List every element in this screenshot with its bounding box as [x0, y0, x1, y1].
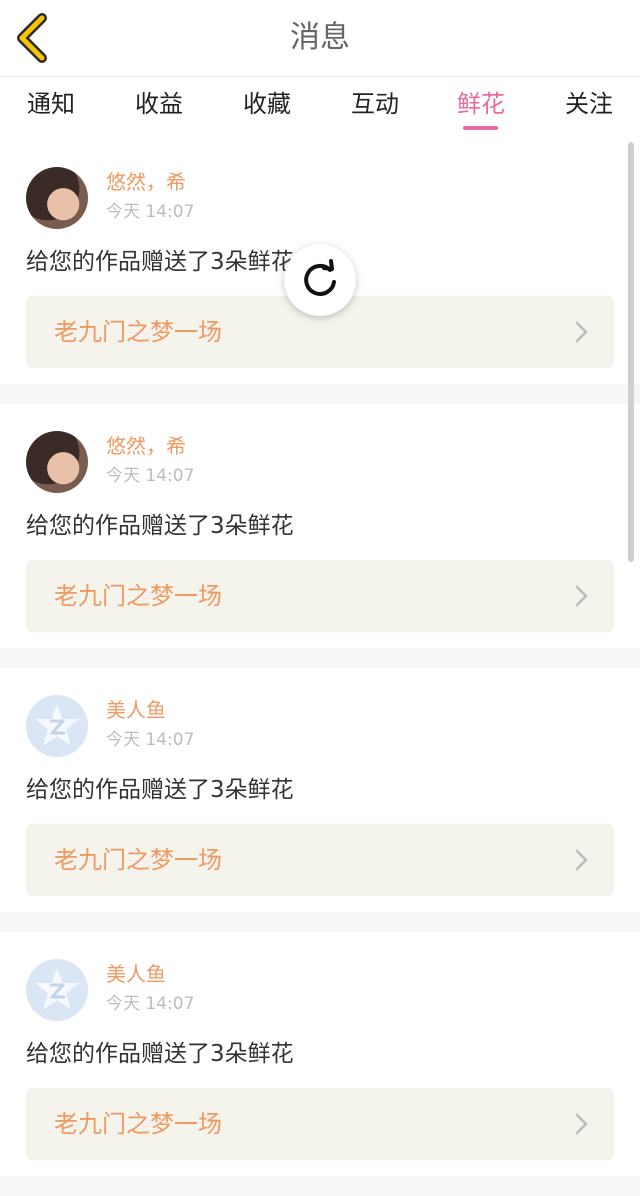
tab-follows[interactable]: 关注 — [544, 86, 634, 122]
work-title: 老九门之梦一场 — [54, 1110, 222, 1138]
chevron-right-icon — [575, 849, 588, 871]
tab-earnings[interactable]: 收益 — [114, 86, 204, 122]
message-card: 美人鱼 今天 14:07 给您的作品赠送了3朵鲜花 老九门之梦一场 — [0, 670, 640, 912]
message-text: 给您的作品赠送了3朵鲜花 — [26, 777, 294, 803]
message-time: 今天 14:07 — [106, 466, 195, 486]
message-time: 今天 14:07 — [106, 730, 195, 750]
refresh-button[interactable] — [284, 244, 356, 316]
sender-name[interactable]: 悠然，希 — [106, 168, 186, 196]
avatar[interactable] — [26, 167, 88, 229]
work-link[interactable]: 老九门之梦一场 — [26, 824, 614, 896]
message-text: 给您的作品赠送了3朵鲜花 — [26, 513, 294, 539]
work-title: 老九门之梦一场 — [54, 582, 222, 610]
divider — [0, 912, 640, 932]
avatar[interactable] — [26, 695, 88, 757]
tab-interactions[interactable]: 互动 — [330, 86, 420, 122]
default-avatar-icon — [35, 968, 79, 1010]
chevron-right-icon — [575, 1113, 588, 1135]
sender-name[interactable]: 美人鱼 — [106, 960, 166, 988]
sender-name[interactable]: 美人鱼 — [106, 696, 166, 724]
work-title: 老九门之梦一场 — [54, 846, 222, 874]
chevron-right-icon — [575, 585, 588, 607]
tab-notifications[interactable]: 通知 — [6, 86, 96, 122]
message-time: 今天 14:07 — [106, 202, 195, 222]
tab-flowers[interactable]: 鲜花 — [436, 86, 526, 122]
message-card: 美人鱼 今天 14:07 给您的作品赠送了3朵鲜花 老九门之梦一场 — [0, 934, 640, 1176]
scrollbar[interactable] — [628, 142, 634, 562]
tab-bar: 通知 收益 收藏 互动 鲜花 关注 — [0, 78, 640, 136]
divider — [0, 1176, 640, 1196]
avatar[interactable] — [26, 431, 88, 493]
default-avatar-icon — [35, 704, 79, 746]
active-tab-indicator — [463, 126, 498, 130]
refresh-icon — [304, 259, 336, 296]
work-link[interactable]: 老九门之梦一场 — [26, 1088, 614, 1160]
message-text: 给您的作品赠送了3朵鲜花 — [26, 1041, 294, 1067]
divider — [0, 384, 640, 404]
work-link[interactable]: 老九门之梦一场 — [26, 560, 614, 632]
work-title: 老九门之梦一场 — [54, 318, 222, 346]
divider — [0, 648, 640, 668]
header-bar: 消息 — [0, 0, 640, 77]
message-text: 给您的作品赠送了3朵鲜花 — [26, 249, 294, 275]
avatar[interactable] — [26, 959, 88, 1021]
tab-favorites[interactable]: 收藏 — [222, 86, 312, 122]
message-card: 悠然，希 今天 14:07 给您的作品赠送了3朵鲜花 老九门之梦一场 — [0, 406, 640, 648]
message-time: 今天 14:07 — [106, 994, 195, 1014]
sender-name[interactable]: 悠然，希 — [106, 432, 186, 460]
chevron-right-icon — [575, 321, 588, 343]
page-title: 消息 — [290, 20, 350, 55]
